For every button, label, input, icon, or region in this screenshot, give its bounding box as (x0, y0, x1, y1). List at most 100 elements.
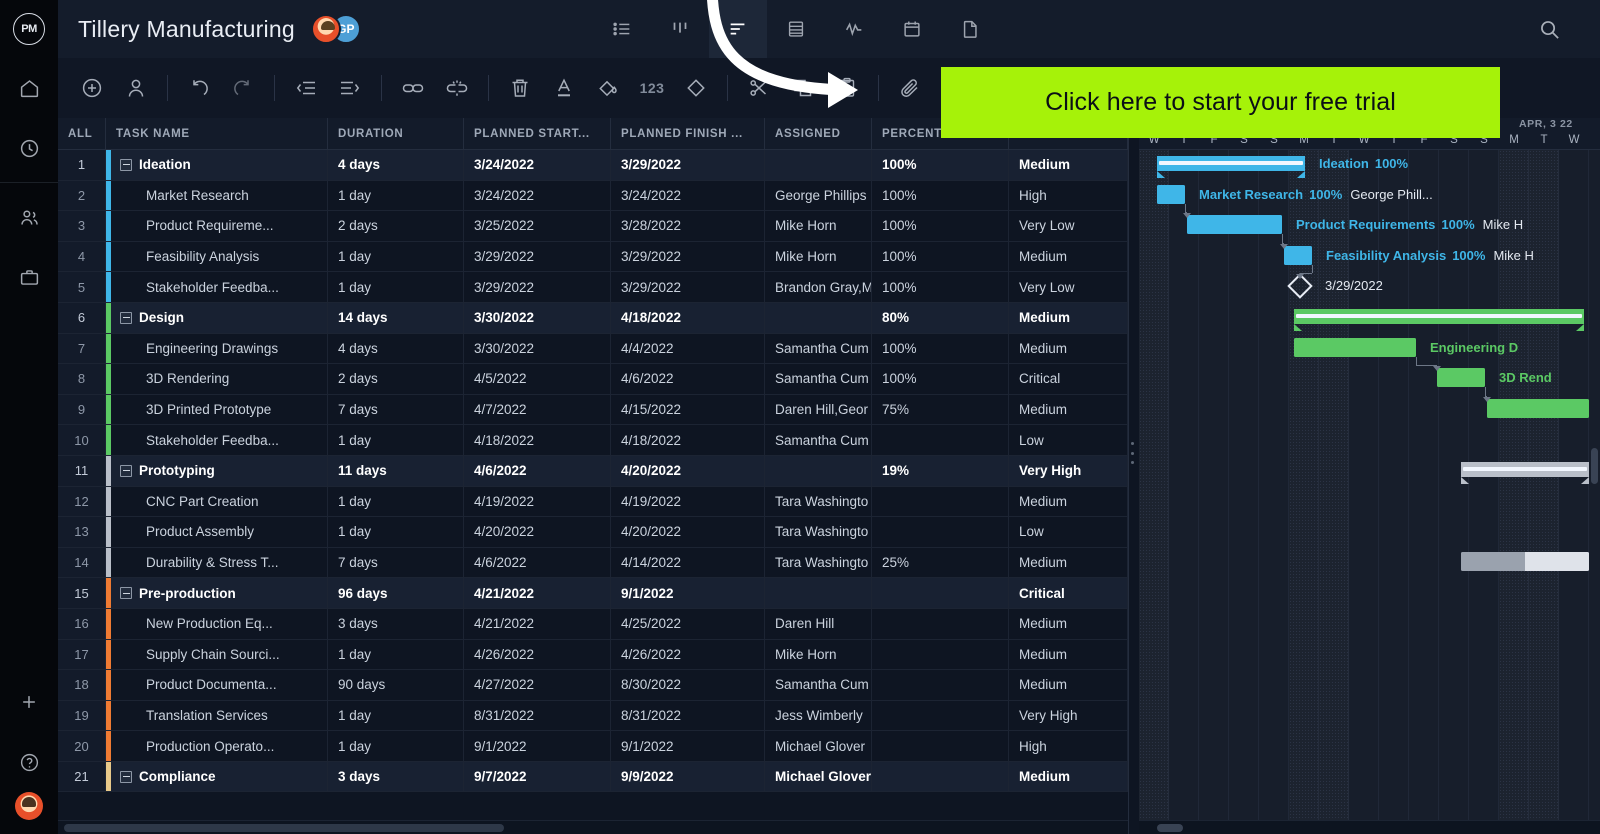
cell-priority[interactable]: Medium (1009, 394, 1128, 425)
cell-planned-start[interactable]: 3/30/2022 (464, 333, 611, 364)
add-resource-button[interactable] (117, 66, 155, 110)
cell-planned-start[interactable]: 4/6/2022 (464, 455, 611, 486)
cell-duration[interactable]: 2 days (328, 211, 464, 241)
cell-planned-start[interactable]: 4/19/2022 (464, 486, 611, 517)
cell-planned-finish[interactable]: 9/1/2022 (611, 731, 765, 761)
cell-task-name[interactable]: Market Research (106, 180, 328, 211)
column-header-assigned[interactable]: ASSIGNED (765, 118, 872, 149)
cell-planned-finish[interactable]: 4/6/2022 (611, 364, 765, 394)
fill-color-button[interactable] (589, 66, 627, 110)
grid-horizontal-scrollbar[interactable] (58, 820, 1128, 834)
cell-assigned[interactable]: Mike Horn (765, 241, 872, 272)
cell-planned-finish[interactable]: 4/19/2022 (611, 486, 765, 517)
cell-duration[interactable]: 4 days (328, 150, 464, 180)
table-row[interactable]: 19 Translation Services 1 day 8/31/2022 8/31… (58, 700, 1128, 732)
gantt-scroll-thumb[interactable] (1157, 824, 1183, 832)
cell-duration[interactable]: 1 day (328, 272, 464, 302)
cell-assigned[interactable]: Samantha Cum (765, 333, 872, 364)
cell-percent-complete[interactable]: 100% (872, 272, 1009, 302)
grid-scroll-thumb[interactable] (64, 824, 504, 832)
table-row[interactable]: 13 Product Assembly 1 day 4/20/2022 4/20/202… (58, 517, 1128, 548)
table-row[interactable]: 16 New Production Eq... 3 days 4/21/2022 4/2… (58, 608, 1128, 640)
cell-assigned[interactable]: Tara Washingto (765, 486, 872, 517)
text-color-button[interactable] (545, 66, 583, 110)
gantt-summary-bar[interactable] (1157, 156, 1305, 178)
cell-priority[interactable]: Medium (1009, 761, 1128, 792)
paste-button[interactable] (828, 66, 866, 110)
cell-task-name[interactable]: Product Assembly (106, 517, 328, 547)
cell-planned-finish[interactable]: 3/24/2022 (611, 180, 765, 211)
table-row[interactable]: 17 Supply Chain Sourci... 1 day 4/26/2022 4/… (58, 639, 1128, 671)
cell-priority[interactable]: Medium (1009, 241, 1128, 272)
outdent-button[interactable] (287, 66, 325, 110)
cell-task-name[interactable]: Design (106, 302, 328, 333)
cell-planned-finish[interactable]: 3/29/2022 (611, 241, 765, 272)
copy-button[interactable] (784, 66, 822, 110)
cell-duration[interactable]: 90 days (328, 670, 464, 700)
cell-percent-complete[interactable]: 100% (872, 180, 1009, 211)
cell-percent-complete[interactable] (872, 425, 1009, 455)
cell-planned-start[interactable]: 3/29/2022 (464, 241, 611, 272)
cell-percent-complete[interactable]: 100% (872, 364, 1009, 394)
app-logo[interactable]: PM (0, 0, 58, 58)
cell-percent-complete[interactable]: 25% (872, 547, 1009, 578)
table-row[interactable]: 3 Product Requireme... 2 days 3/25/2022 3/28… (58, 211, 1128, 242)
cell-assigned[interactable]: George Phillips (765, 180, 872, 211)
cell-percent-complete[interactable] (872, 486, 1009, 517)
cell-percent-complete[interactable] (872, 761, 1009, 792)
cell-planned-start[interactable]: 4/20/2022 (464, 517, 611, 547)
cell-duration[interactable]: 1 day (328, 180, 464, 211)
gantt-summary-bar[interactable] (1461, 462, 1589, 484)
cell-priority[interactable]: Very Low (1009, 211, 1128, 241)
cell-planned-start[interactable]: 3/25/2022 (464, 211, 611, 241)
table-row[interactable]: 8 3D Rendering 2 days 4/5/2022 4/6/2022 Saman… (58, 364, 1128, 395)
tab-pages[interactable] (941, 0, 999, 58)
cell-planned-finish[interactable]: 3/29/2022 (611, 150, 765, 180)
cut-button[interactable] (740, 66, 778, 110)
tab-workload[interactable] (825, 0, 883, 58)
splitter-grip[interactable] (1131, 440, 1136, 466)
cell-task-name[interactable]: Stakeholder Feedba... (106, 272, 328, 302)
table-row[interactable]: 12 CNC Part Creation 1 day 4/19/2022 4/19/20… (58, 486, 1128, 518)
cell-percent-complete[interactable]: 100% (872, 150, 1009, 180)
cell-planned-start[interactable]: 4/5/2022 (464, 364, 611, 394)
collapse-toggle-icon[interactable] (120, 464, 132, 477)
table-row[interactable]: 1 Ideation 4 days 3/24/2022 3/29/2022 100% Med… (58, 150, 1128, 181)
cell-planned-start[interactable]: 3/24/2022 (464, 180, 611, 211)
table-row[interactable]: 10 Stakeholder Feedba... 1 day 4/18/2022 4/1… (58, 425, 1128, 456)
cell-percent-complete[interactable] (872, 731, 1009, 761)
cell-assigned[interactable]: Samantha Cum (765, 364, 872, 394)
cell-planned-finish[interactable]: 9/1/2022 (611, 578, 765, 608)
cell-task-name[interactable]: Production Operato... (106, 731, 328, 761)
help-button[interactable] (0, 732, 58, 792)
tab-list[interactable] (593, 0, 651, 58)
cell-assigned[interactable]: Tara Washingto (765, 517, 872, 547)
search-button[interactable] (1520, 0, 1578, 58)
cell-percent-complete[interactable] (872, 517, 1009, 547)
cell-planned-finish[interactable]: 4/4/2022 (611, 333, 765, 364)
cell-planned-finish[interactable]: 8/30/2022 (611, 670, 765, 700)
cell-percent-complete[interactable] (872, 639, 1009, 670)
attach-button[interactable] (891, 66, 929, 110)
cell-percent-complete[interactable] (872, 670, 1009, 700)
cell-assigned[interactable]: Daren Hill (765, 608, 872, 639)
delete-button[interactable] (501, 66, 539, 110)
column-header-duration[interactable]: DURATION (328, 118, 464, 149)
gantt-horizontal-scrollbar[interactable] (1139, 820, 1600, 834)
tab-sheet[interactable] (767, 0, 825, 58)
cell-assigned[interactable]: Michael Glover (765, 761, 872, 792)
cell-planned-start[interactable]: 4/6/2022 (464, 547, 611, 578)
cell-task-name[interactable]: Prototyping (106, 455, 328, 486)
cell-planned-finish[interactable]: 4/14/2022 (611, 547, 765, 578)
cell-percent-complete[interactable]: 19% (872, 455, 1009, 486)
cell-priority[interactable]: Medium (1009, 333, 1128, 364)
cell-duration[interactable]: 14 days (328, 302, 464, 333)
cell-planned-finish[interactable]: 4/18/2022 (611, 302, 765, 333)
cell-priority[interactable]: Medium (1009, 608, 1128, 639)
cell-duration[interactable]: 1 day (328, 486, 464, 517)
gantt-task-bar[interactable] (1487, 398, 1589, 418)
table-row[interactable]: 7 Engineering Drawings 4 days 3/30/2022 4/4/… (58, 333, 1128, 365)
gantt-task-bar[interactable] (1157, 184, 1185, 204)
cell-duration[interactable]: 3 days (328, 608, 464, 639)
table-row[interactable]: 18 Product Documenta... 90 days 4/27/2022 8/… (58, 670, 1128, 701)
